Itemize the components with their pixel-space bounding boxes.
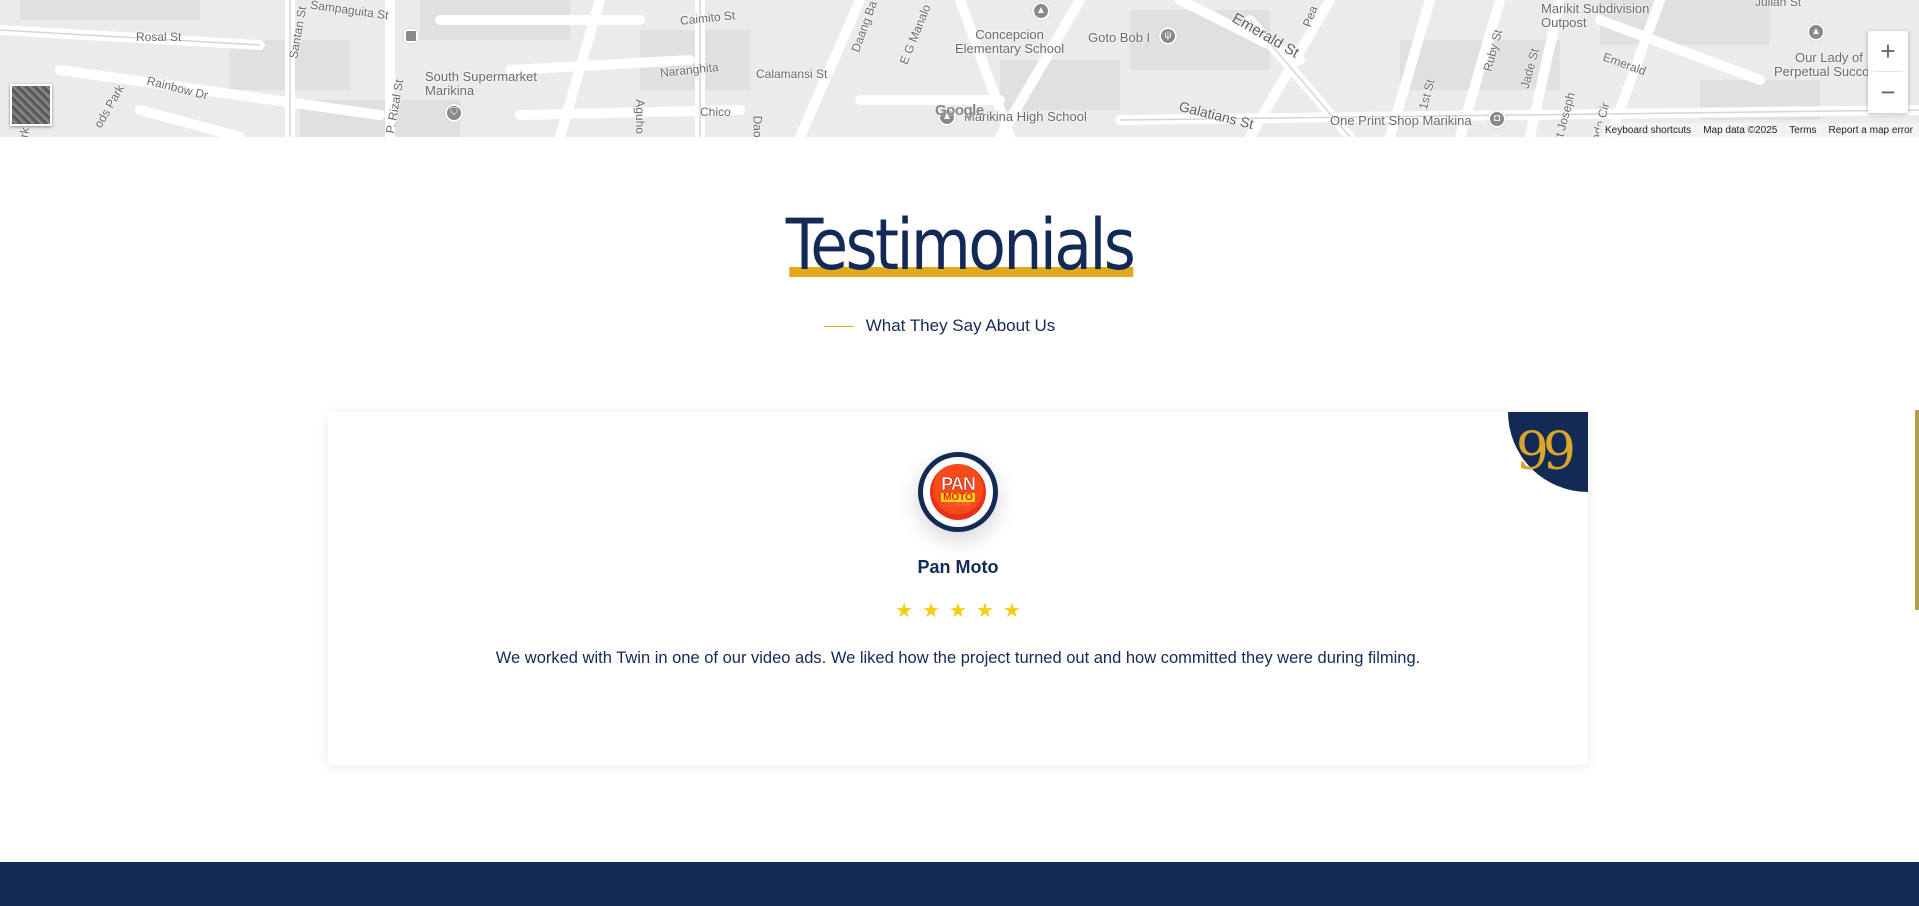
transit-pin-icon[interactable] <box>404 29 418 43</box>
map-street-label: rk <box>16 126 33 137</box>
keyboard-shortcuts-link[interactable]: Keyboard shortcuts <box>1599 125 1697 136</box>
map-place-label: One Print Shop Marikina <box>1330 113 1472 128</box>
map-street-label: Dao <box>750 115 765 137</box>
quote-corner: 99 <box>1508 412 1588 492</box>
pan-moto-logo: PAN MOTO パンの本質 <box>930 464 986 520</box>
star-icon: ★ <box>975 600 994 622</box>
reviewer-name: Pan Moto <box>917 557 999 577</box>
footer-band <box>0 862 1919 906</box>
star-rating: ★ ★ ★ ★ ★ <box>328 601 1588 621</box>
logo-text: PAN <box>941 474 976 495</box>
school-pin-icon[interactable]: ▲ <box>1032 2 1050 20</box>
zoom-controls: + − <box>1868 31 1908 113</box>
zoom-in-button[interactable]: + <box>1868 31 1908 71</box>
report-map-error-link[interactable]: Report a map error <box>1823 125 1919 136</box>
shop-pin-icon[interactable]: ◘ <box>1488 110 1506 128</box>
map-street-label: Rosal St <box>136 30 182 44</box>
logo-text: パンの本質 <box>945 502 971 509</box>
terms-link[interactable]: Terms <box>1783 125 1822 136</box>
map-place-label: South Supermarket Marikina <box>425 69 538 99</box>
section-title-text: Testimonials <box>785 204 1136 286</box>
map-satellite-toggle[interactable] <box>10 84 52 126</box>
map-street-label: Aguho <box>632 99 647 134</box>
star-icon: ★ <box>949 600 967 622</box>
section-title: Testimonials <box>786 210 1136 280</box>
map-footer: Keyboard shortcuts Map data ©2025 Terms … <box>1599 123 1919 137</box>
testimonial-text: We worked with Twin in one of our video … <box>495 649 1421 667</box>
map-place-label: Goto Bob I <box>1088 30 1151 45</box>
school-pin-icon[interactable]: ▲ <box>1807 23 1825 41</box>
map-place-label: Concepcion Elementary School <box>955 27 1065 57</box>
section-subtitle: What They Say About Us <box>0 316 1919 336</box>
shopping-pin-icon[interactable]: ⛉ <box>445 104 463 122</box>
quote-icon: 99 <box>1515 422 1576 482</box>
map-place-label: Marikit Subdivision Outpost <box>1541 1 1650 31</box>
map-data-attribution: Map data ©2025 <box>1703 124 1778 136</box>
logo-text: MOTO <box>941 492 975 504</box>
star-icon: ★ <box>922 600 941 622</box>
star-icon: ★ <box>1002 600 1021 622</box>
subtitle-dash <box>823 325 854 327</box>
scroll-indicator[interactable] <box>1915 410 1919 610</box>
map-street-label: Calamansi St <box>756 67 828 81</box>
restaurant-pin-icon[interactable]: ψ <box>1159 27 1177 45</box>
section-subtitle-text: What They Say About Us <box>865 316 1056 335</box>
testimonials-heading-wrap: Testimonials <box>0 210 1919 280</box>
map-street-label: Julian St <box>1755 0 1802 9</box>
map-street-label: Chico <box>700 105 731 119</box>
map[interactable]: Sampaguita St Rosal St Santan St Rainbow… <box>0 0 1919 137</box>
zoom-out-button[interactable]: − <box>1868 72 1908 112</box>
star-icon: ★ <box>895 600 914 622</box>
google-logo: Google <box>935 102 984 119</box>
testimonial-card: 99 PAN MOTO パンの本質 Pan Moto ★ ★ ★ ★ ★ We … <box>328 412 1588 765</box>
avatar: PAN MOTO パンの本質 <box>918 452 998 532</box>
